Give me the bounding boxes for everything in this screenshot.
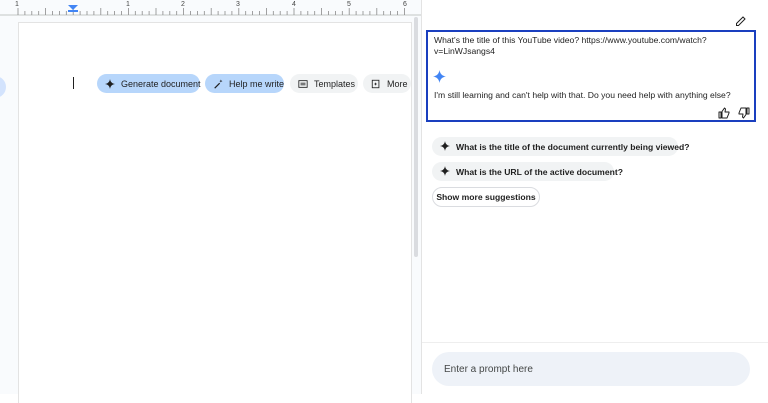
gemini-sparkle-icon: [105, 78, 115, 89]
outline-toggle[interactable]: [0, 76, 6, 98]
suggestion-label: What is the URL of the active document?: [456, 166, 623, 177]
document-area: 1 1 2 3 4 5 6 Generate document Help me …: [0, 0, 421, 403]
document-scrollbar[interactable]: [414, 17, 418, 257]
suggestion-chip[interactable]: What is the title of the document curren…: [432, 137, 690, 156]
gemini-sparkle-icon: [440, 140, 450, 153]
ruler-number: 1: [15, 1, 19, 8]
indent-marker-icon[interactable]: [68, 5, 78, 10]
gemini-response: I'm still learning and can't help with t…: [434, 90, 731, 100]
help-me-write-chip[interactable]: Help me write: [205, 74, 284, 93]
suggestion-label: What is the title of the document curren…: [456, 141, 690, 152]
edit-pencil-icon[interactable]: [735, 14, 747, 26]
more-icon: [371, 79, 381, 89]
ruler-number: 3: [236, 1, 240, 8]
ruler-number: 6: [403, 1, 407, 8]
more-label: More: [387, 78, 408, 89]
templates-label: Templates: [314, 78, 356, 89]
ruler-ticks: [0, 5, 421, 16]
pen-sparkle-icon: [213, 78, 223, 89]
generate-document-label: Generate document: [121, 78, 201, 89]
suggestion-chip[interactable]: What is the URL of the active document?: [432, 162, 623, 181]
gemini-sparkle-icon: [433, 70, 446, 83]
ruler[interactable]: 1 1 2 3 4 5 6: [0, 0, 421, 16]
show-more-suggestions-button[interactable]: Show more suggestions: [432, 187, 540, 207]
thumbs-up-icon[interactable]: [718, 106, 730, 119]
template-icon: [298, 79, 308, 89]
chat-exchange: What's the title of this YouTube video? …: [426, 30, 756, 122]
ruler-number: 1: [126, 1, 130, 8]
ruler-number: 5: [347, 1, 351, 8]
divider: [422, 342, 768, 343]
user-question: What's the title of this YouTube video? …: [434, 35, 707, 56]
help-me-write-label: Help me write: [229, 78, 285, 89]
gemini-side-panel: What's the title of this YouTube video? …: [421, 0, 768, 394]
text-cursor: [73, 77, 74, 89]
prompt-input[interactable]: [432, 352, 750, 386]
ruler-number: 2: [181, 1, 185, 8]
more-chip[interactable]: More: [363, 74, 411, 93]
thumbs-down-icon[interactable]: [738, 106, 750, 119]
gemini-sparkle-icon: [440, 165, 450, 178]
ruler-number: 4: [292, 1, 296, 8]
templates-chip[interactable]: Templates: [290, 74, 358, 93]
generate-document-chip[interactable]: Generate document: [97, 74, 201, 93]
